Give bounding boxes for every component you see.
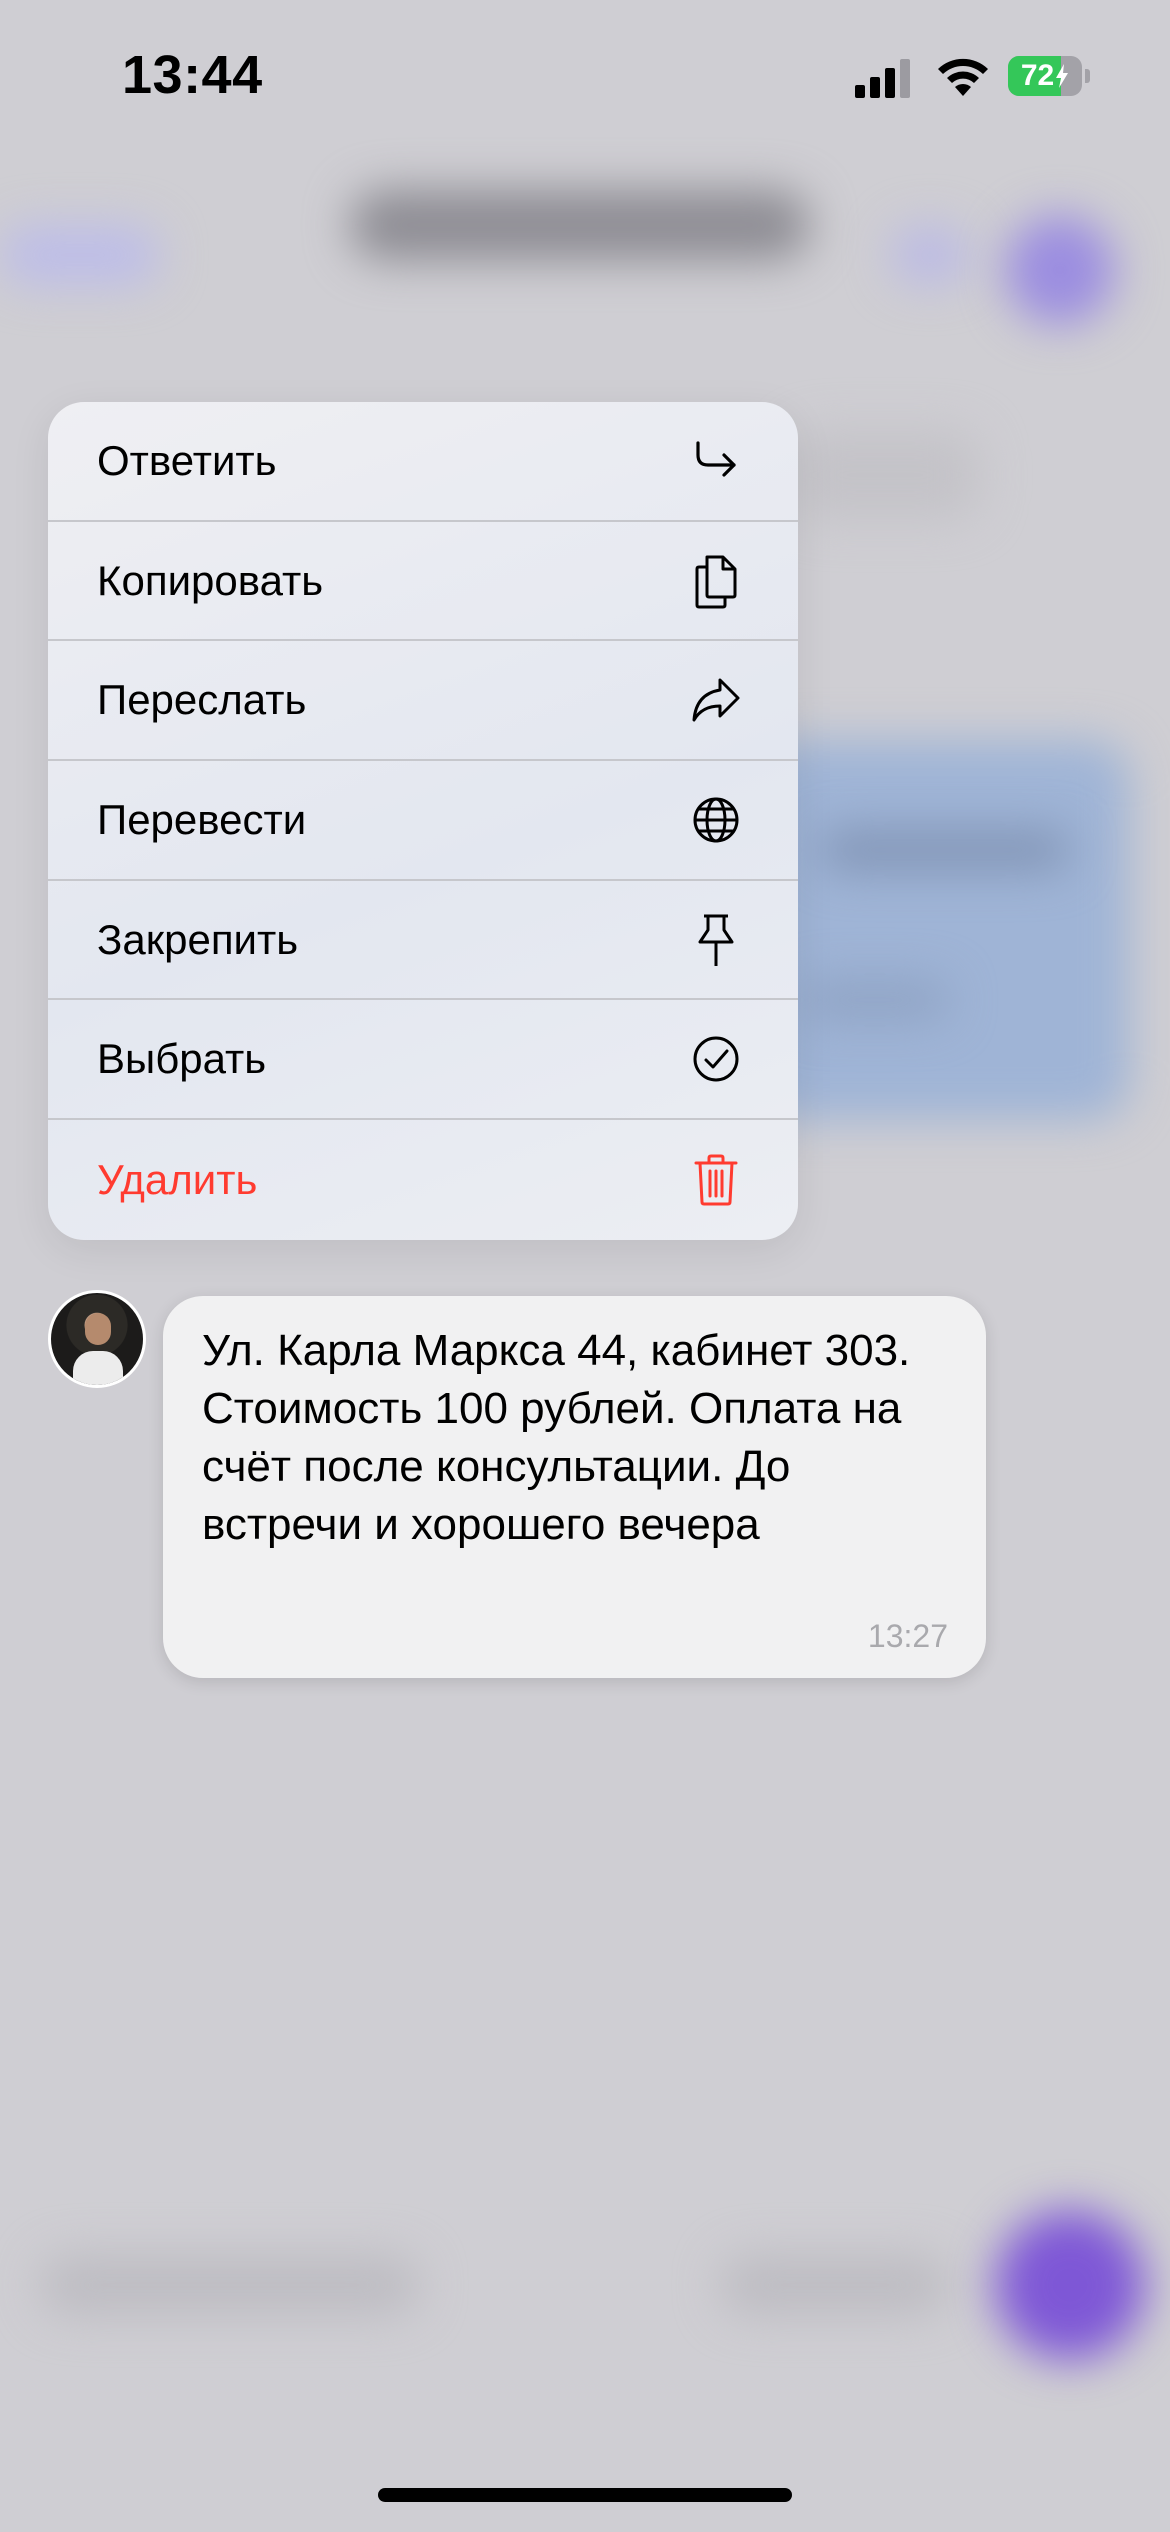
reply-icon [688,433,744,489]
menu-item-forward[interactable]: Переслать [48,641,798,762]
copy-icon [688,553,744,609]
menu-item-label: Копировать [97,556,324,604]
trash-icon [688,1152,744,1208]
menu-item-label: Ответить [97,436,277,484]
menu-item-label: Переслать [97,676,307,724]
wifi-icon [938,58,988,96]
globe-icon [688,792,744,848]
menu-item-copy[interactable]: Копировать [48,522,798,642]
menu-item-label: Перевести [97,795,307,843]
message-text: Ул. Карла Маркса 44, кабинет 303. Стоимо… [202,1326,911,1549]
cellular-signal-icon [855,59,910,98]
message-time: 13:27 [867,1618,948,1654]
battery-icon: 72 [1008,56,1090,96]
checkmark-circle-icon [688,1031,744,1087]
status-bar: 13:44 72 [0,0,1170,150]
pin-icon [688,912,744,968]
forward-icon [688,672,744,728]
menu-item-reply[interactable]: Ответить [48,402,798,522]
message-context-menu: Ответить Копировать Переслать Перевести [48,402,798,1240]
menu-item-label: Закрепить [97,915,299,963]
menu-item-delete[interactable]: Удалить [48,1120,798,1240]
menu-item-label: Выбрать [97,1035,267,1083]
status-time: 13:44 [122,45,263,105]
home-indicator[interactable] [378,2488,792,2502]
blurred-chat-background [0,0,1170,2532]
message-bubble[interactable]: Ул. Карла Маркса 44, кабинет 303. Стоимо… [163,1296,986,1678]
sender-avatar[interactable] [48,1290,146,1388]
menu-item-label: Удалить [97,1155,258,1203]
charging-bolt-icon [1056,64,1069,88]
menu-item-select[interactable]: Выбрать [48,1000,798,1121]
battery-percent: 72 [1020,59,1055,92]
menu-item-translate[interactable]: Перевести [48,761,798,881]
menu-item-pin[interactable]: Закрепить [48,881,798,1001]
